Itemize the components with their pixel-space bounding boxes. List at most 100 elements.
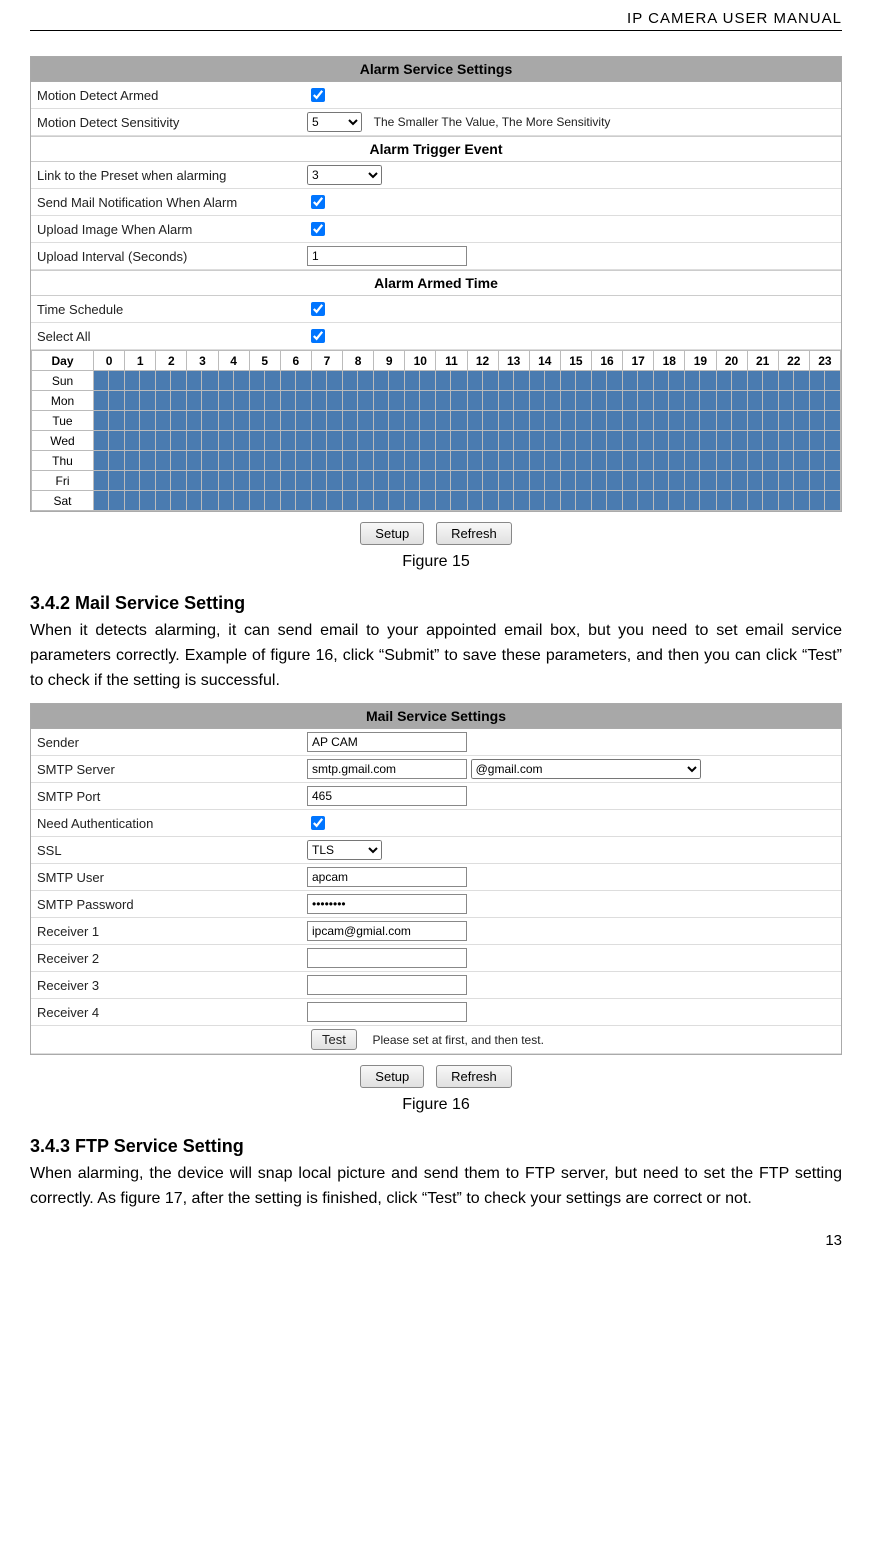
schedule-cell[interactable] [280,431,311,451]
schedule-cell[interactable] [623,371,654,391]
upload-interval-input[interactable] [307,246,467,266]
schedule-cell[interactable] [498,431,529,451]
schedule-cell[interactable] [467,491,498,511]
schedule-cell[interactable] [125,471,156,491]
schedule-cell[interactable] [343,411,374,431]
schedule-cell[interactable] [187,431,218,451]
schedule-cell[interactable] [747,491,778,511]
schedule-cell[interactable] [498,491,529,511]
schedule-cell[interactable] [94,371,125,391]
schedule-cell[interactable] [529,431,560,451]
schedule-cell[interactable] [747,371,778,391]
schedule-cell[interactable] [311,471,342,491]
refresh-button[interactable]: Refresh [436,522,512,545]
schedule-cell[interactable] [311,431,342,451]
schedule-cell[interactable] [249,471,280,491]
schedule-cell[interactable] [809,411,840,431]
schedule-cell[interactable] [436,491,467,511]
schedule-cell[interactable] [156,371,187,391]
schedule-cell[interactable] [280,411,311,431]
schedule-cell[interactable] [654,431,685,451]
schedule-cell[interactable] [343,471,374,491]
schedule-cell[interactable] [94,431,125,451]
schedule-cell[interactable] [654,371,685,391]
schedule-cell[interactable] [778,411,809,431]
receiver1-input[interactable] [307,921,467,941]
schedule-cell[interactable] [623,471,654,491]
schedule-cell[interactable] [560,391,591,411]
schedule-cell[interactable] [498,451,529,471]
schedule-cell[interactable] [498,391,529,411]
schedule-cell[interactable] [809,471,840,491]
schedule-cell[interactable] [436,451,467,471]
schedule-cell[interactable] [529,491,560,511]
schedule-cell[interactable] [778,451,809,471]
smtp-pass-input[interactable] [307,894,467,914]
schedule-cell[interactable] [685,471,716,491]
motion-armed-checkbox[interactable] [311,88,325,102]
schedule-cell[interactable] [747,451,778,471]
schedule-cell[interactable] [685,391,716,411]
schedule-cell[interactable] [125,431,156,451]
schedule-cell[interactable] [623,491,654,511]
schedule-cell[interactable] [467,391,498,411]
smtp-server-input[interactable] [307,759,467,779]
schedule-cell[interactable] [405,451,436,471]
schedule-cell[interactable] [560,371,591,391]
schedule-cell[interactable] [218,451,249,471]
schedule-cell[interactable] [747,391,778,411]
select-all-checkbox[interactable] [311,329,325,343]
schedule-cell[interactable] [592,391,623,411]
schedule-cell[interactable] [156,411,187,431]
schedule-cell[interactable] [592,491,623,511]
smtp-domain-select[interactable]: @gmail.com [471,759,701,779]
schedule-cell[interactable] [716,411,747,431]
schedule-cell[interactable] [623,411,654,431]
time-schedule-checkbox[interactable] [311,302,325,316]
schedule-cell[interactable] [156,431,187,451]
schedule-cell[interactable] [280,391,311,411]
schedule-cell[interactable] [529,451,560,471]
schedule-cell[interactable] [436,391,467,411]
schedule-cell[interactable] [467,471,498,491]
schedule-cell[interactable] [343,431,374,451]
schedule-cell[interactable] [280,491,311,511]
schedule-cell[interactable] [94,391,125,411]
schedule-cell[interactable] [218,491,249,511]
upload-image-checkbox[interactable] [311,222,325,236]
schedule-cell[interactable] [218,391,249,411]
schedule-cell[interactable] [654,491,685,511]
receiver3-input[interactable] [307,975,467,995]
schedule-cell[interactable] [94,411,125,431]
schedule-cell[interactable] [249,411,280,431]
schedule-cell[interactable] [592,411,623,431]
schedule-cell[interactable] [716,371,747,391]
schedule-cell[interactable] [405,371,436,391]
schedule-cell[interactable] [809,431,840,451]
schedule-cell[interactable] [280,451,311,471]
schedule-cell[interactable] [218,471,249,491]
schedule-cell[interactable] [249,451,280,471]
schedule-cell[interactable] [654,411,685,431]
schedule-cell[interactable] [778,471,809,491]
schedule-cell[interactable] [343,371,374,391]
schedule-cell[interactable] [405,471,436,491]
schedule-cell[interactable] [280,371,311,391]
schedule-cell[interactable] [529,371,560,391]
schedule-cell[interactable] [467,371,498,391]
schedule-cell[interactable] [436,371,467,391]
schedule-cell[interactable] [374,371,405,391]
schedule-cell[interactable] [249,391,280,411]
schedule-cell[interactable] [809,491,840,511]
schedule-cell[interactable] [125,371,156,391]
schedule-cell[interactable] [187,491,218,511]
schedule-cell[interactable] [592,431,623,451]
schedule-cell[interactable] [125,491,156,511]
schedule-cell[interactable] [405,491,436,511]
schedule-cell[interactable] [156,451,187,471]
ssl-select[interactable]: TLS [307,840,382,860]
schedule-cell[interactable] [94,491,125,511]
preset-select[interactable]: 3 [307,165,382,185]
sender-input[interactable] [307,732,467,752]
smtp-user-input[interactable] [307,867,467,887]
